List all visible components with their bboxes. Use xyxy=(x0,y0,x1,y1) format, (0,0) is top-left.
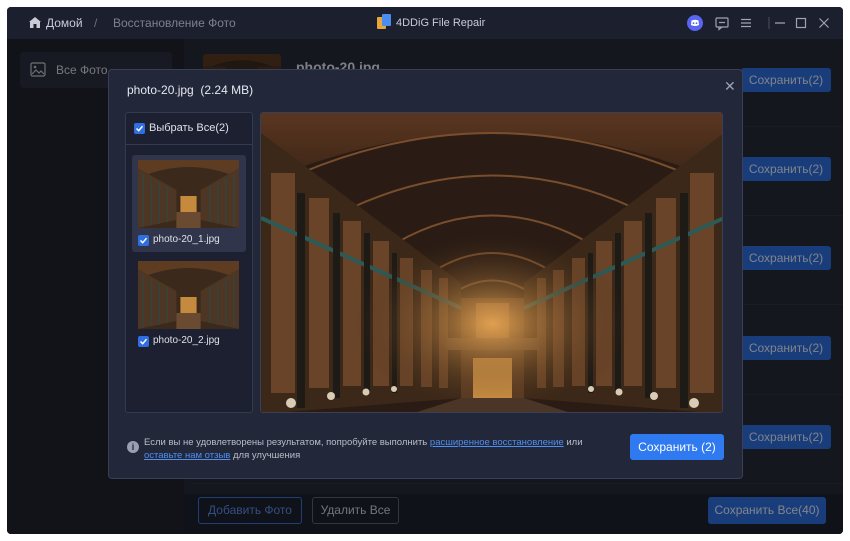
dialog-file-size: (2.24 MB) xyxy=(200,83,254,97)
version-item[interactable]: photo-20_2.jpg xyxy=(132,256,246,353)
photo-preview xyxy=(260,112,723,413)
dialog-close-icon[interactable]: ✕ xyxy=(724,78,736,95)
select-all-row[interactable]: Выбрать Все(2) xyxy=(126,113,252,145)
feedback-link[interactable]: оставьте нам отзыв xyxy=(144,450,230,461)
discord-icon[interactable] xyxy=(687,15,703,31)
breadcrumb-separator: / xyxy=(94,16,98,30)
advanced-recovery-link[interactable]: расширенное восстановление xyxy=(430,437,564,448)
dialog-save-button[interactable]: Сохранить (2) xyxy=(630,434,724,460)
info-icon: i xyxy=(127,441,139,453)
minimize-icon[interactable] xyxy=(772,15,788,31)
title-bar: Домой / Восстановление Фото 4DDiG File R… xyxy=(7,7,843,39)
select-all-label: Выбрать Все(2) xyxy=(149,122,229,134)
version-checkbox[interactable] xyxy=(138,336,149,347)
version-item[interactable]: photo-20_1.jpg xyxy=(132,155,246,252)
breadcrumb-home[interactable]: Домой xyxy=(46,16,83,30)
version-thumbnail xyxy=(138,261,239,329)
info-mid: или xyxy=(566,437,583,448)
version-thumbnail xyxy=(138,160,239,228)
info-suffix: для улучшения xyxy=(232,450,301,461)
close-icon[interactable] xyxy=(816,15,832,31)
version-file-name: photo-20_1.jpg xyxy=(153,234,220,245)
dialog-file-name: photo-20.jpg xyxy=(127,83,194,97)
maximize-icon[interactable] xyxy=(793,15,809,31)
breadcrumb-current: Восстановление Фото xyxy=(113,16,236,30)
version-list: Выбрать Все(2) photo-20_1.jpg photo-20_2… xyxy=(125,112,253,413)
feedback-icon[interactable] xyxy=(714,15,730,31)
library-photo xyxy=(261,113,722,412)
menu-icon[interactable] xyxy=(738,15,754,31)
select-all-checkbox[interactable] xyxy=(134,123,145,134)
app-logo-icon xyxy=(377,14,391,29)
preview-dialog: photo-20.jpg (2.24 MB) ✕ Выбрать Все(2) xyxy=(108,69,743,479)
home-icon[interactable] xyxy=(28,16,42,29)
dialog-title: photo-20.jpg (2.24 MB) xyxy=(127,83,253,97)
app-window: Домой / Восстановление Фото 4DDiG File R… xyxy=(7,7,843,534)
version-file-name: photo-20_2.jpg xyxy=(153,335,220,346)
info-message: Если вы не удовлетворены результатом, по… xyxy=(144,436,604,462)
app-title: 4DDiG File Repair xyxy=(396,17,486,29)
info-prefix: Если вы не удовлетворены результатом, по… xyxy=(144,437,428,448)
version-checkbox[interactable] xyxy=(138,235,149,246)
